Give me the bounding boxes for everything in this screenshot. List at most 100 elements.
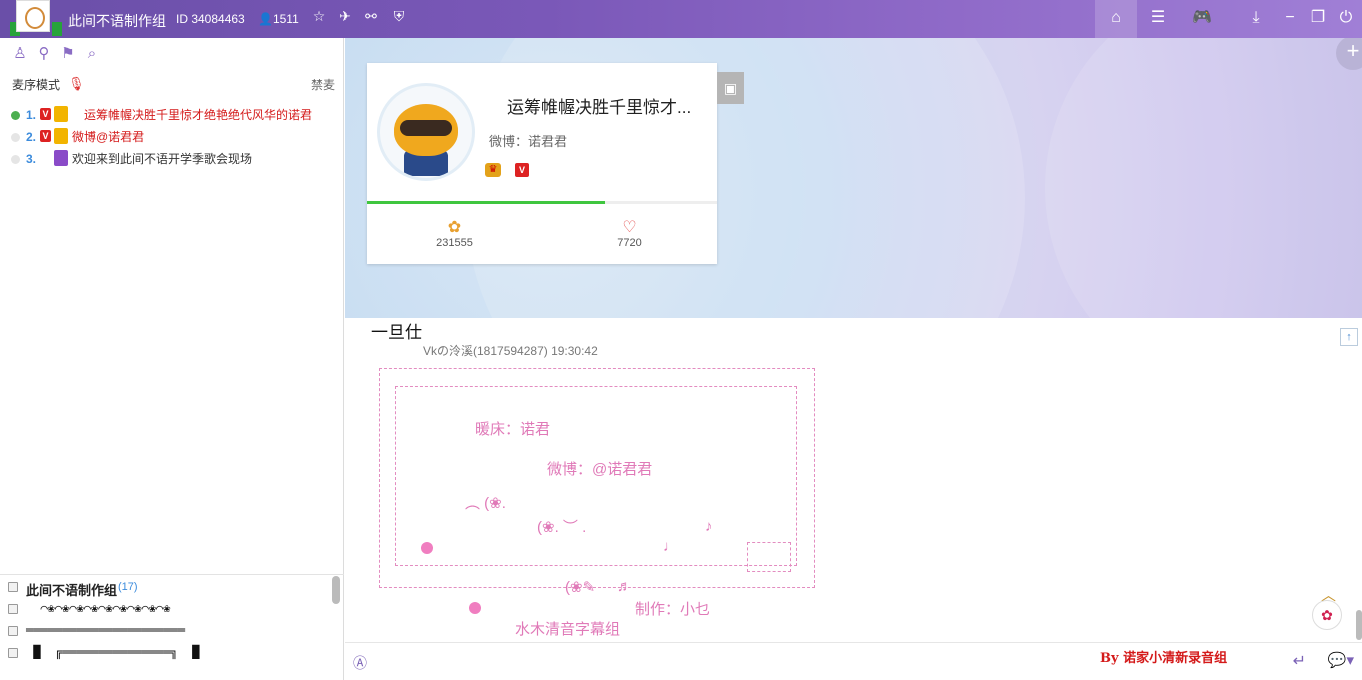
art-text: 微博：@诺君君 [547, 461, 653, 478]
music-note-icon: ♬ [617, 578, 632, 595]
queue-item[interactable]: 1. V 运筹帷幄决胜千里惊才绝艳绝代风华的诺君 [8, 106, 338, 128]
music-note-icon: ♪ [705, 518, 713, 535]
left-scrollbar[interactable] [332, 576, 340, 604]
user-count: 👤1511 [258, 12, 299, 26]
shield-icon[interactable]: ⛨ [390, 7, 408, 25]
art-text: 暖床：诺君 [475, 421, 551, 438]
favorite-star-icon[interactable]: ☆ [310, 7, 328, 25]
anchor-name: 运筹帷幄决胜千里惊才... [507, 98, 692, 117]
status-dot [11, 111, 20, 120]
home-small-icon[interactable] [8, 582, 18, 592]
logo-leaf-right [52, 22, 62, 36]
status-dot [11, 155, 20, 164]
avatar[interactable] [377, 83, 475, 181]
chat-title: 一旦仕 [371, 323, 422, 342]
art-flower-icon: (❀. ︶ . [537, 519, 587, 536]
chat-input[interactable] [385, 649, 1085, 675]
flower-icon: ✿ [447, 219, 462, 236]
queue-text: 运筹帷幄决胜千里惊才绝艳绝代风华的诺君 [84, 108, 313, 122]
art-grid [747, 542, 791, 572]
send-flower-button[interactable]: ✿ [1312, 600, 1342, 630]
queue-number: 2. [26, 130, 37, 144]
crown-badge-icon: ♛ [485, 163, 501, 177]
art-dot [469, 602, 481, 614]
message-sender[interactable]: Vkの泠溪(1817594287) 19:30:42 [423, 342, 598, 359]
art-text: 制作：小乜 [635, 601, 711, 618]
queue-item[interactable]: 3. 欢迎来到此间不语开学季歌会现场 [8, 150, 338, 172]
photo-icon[interactable]: ▣ [717, 72, 744, 104]
lock-icon [8, 626, 18, 636]
search-icon[interactable]: ⌕ [82, 45, 102, 63]
queue-item[interactable]: 2. V 微博@诺君君 [8, 128, 338, 150]
flag-icon[interactable]: ⚑ [58, 44, 78, 62]
subchannel-line[interactable]: █ ╔═══════════════╗ █ [26, 645, 199, 659]
input-bar: Ⓐ By 诺家小清新录音组 ↵ 💬▾ [345, 642, 1362, 680]
left-toolbar: ♙ ⚲ ⚑ ⌕ [10, 44, 106, 63]
scroll-top-icon[interactable]: ↑ [1340, 328, 1358, 346]
lock-icon [8, 648, 18, 658]
mic-mode-label[interactable]: 麦序模式 [12, 76, 60, 93]
font-style-icon[interactable]: Ⓐ [353, 653, 373, 673]
gift-icon [54, 128, 68, 144]
share-icon[interactable]: ⚯ [362, 7, 380, 25]
restore-icon[interactable]: ❐ [1304, 4, 1332, 32]
chat-mode-icon[interactable]: 💬▾ [1328, 651, 1354, 669]
channel-group: 此间不语制作组 (17) ⌒❀⌒❀⌒❀⌒❀⌒❀⌒❀⌒❀⌒❀⌒❀ ════════… [0, 574, 344, 680]
group-name[interactable]: 此间不语制作组 [26, 580, 117, 599]
gift-icon [54, 150, 68, 166]
flower-stat[interactable]: ✿ 231555 [367, 217, 542, 249]
chat-area: 一旦仕 Vkの泠溪(1817594287) 19:30:42 暖床：诺君 微博：… [345, 318, 1362, 642]
like-count: 7720 [617, 237, 642, 249]
art-flower-icon: (❀✎ [565, 579, 596, 596]
flower-count: 231555 [436, 237, 473, 249]
gamepad-icon[interactable]: 🎮 [1188, 4, 1216, 32]
progress-bar [367, 201, 717, 204]
vip-badge-icon: V [40, 130, 51, 142]
signature-text: By 诺家小清新录音组 [1100, 651, 1228, 666]
ascii-art-message: 暖床：诺君 微博：@诺君君 ︵ (❀. (❀. ︶ . (❀✎ ♬ ♪ ♩ 制作… [377, 366, 819, 640]
power-icon[interactable]: ⏻ [1332, 4, 1360, 32]
music-note-icon: ♩ [663, 538, 678, 555]
queue-text: 欢迎来到此间不语开学季歌会现场 [72, 152, 253, 166]
channel-name: 此间不语制作组 [68, 13, 166, 29]
subchannel-line[interactable]: ⌒❀⌒❀⌒❀⌒❀⌒❀⌒❀⌒❀⌒❀⌒❀ [26, 601, 170, 615]
plane-icon[interactable]: ✈ [336, 7, 354, 25]
ban-mic-button[interactable]: 禁麦 [311, 76, 335, 93]
top-bar: 此间不语制作组 ID 34084463 👤1511 ☆ ✈ ⚯ ⛨ ⌂ ☰ 🎮 … [0, 0, 1362, 38]
mic-icon[interactable]: 🎙 [68, 76, 85, 92]
decor-circle [1045, 38, 1362, 318]
user-count-value: 1511 [272, 12, 299, 26]
room-id: ID 34084463 [176, 12, 245, 26]
download-icon[interactable]: ⤓ [1242, 4, 1270, 32]
logo-box [16, 0, 50, 32]
group-count: (17) [118, 581, 138, 593]
art-text: 水木清音字幕组 [515, 621, 621, 638]
gift-icon [54, 106, 68, 122]
channel-logo[interactable] [8, 0, 62, 36]
chat-scrollbar[interactable] [1356, 610, 1362, 640]
heart-icon: ♡ [622, 219, 637, 236]
left-panel: ♙ ⚲ ⚑ ⌕ 麦序模式 🎙 禁麦 1. V 运筹帷幄决胜千里惊才绝艳绝代风华的诺君 … [0, 38, 344, 680]
user-count-icon: 👤 [258, 12, 273, 26]
art-flower-icon: ︵ (❀. [465, 495, 506, 512]
home-tab[interactable]: ⌂ [1095, 0, 1137, 38]
vip-badge-icon: V [40, 108, 51, 120]
art-dot [421, 542, 433, 554]
avatar-mask [400, 120, 452, 136]
queue-number: 3. [26, 152, 37, 166]
minimize-icon[interactable]: − [1276, 4, 1304, 32]
queue-number: 1. [26, 108, 37, 122]
lock-icon [8, 604, 18, 614]
like-stat[interactable]: ♡ 7720 [542, 217, 717, 249]
home-icon: ⌂ [1111, 9, 1121, 26]
list-icon[interactable]: ☰ [1144, 4, 1172, 32]
mic-queue: 1. V 运筹帷幄决胜千里惊才绝艳绝代风华的诺君 2. V 微博@诺君君 3. … [8, 106, 338, 172]
subchannel-line[interactable]: ══════════════════════ [26, 623, 185, 637]
user-icon[interactable]: ♙ [10, 44, 30, 62]
progress-fill [367, 201, 605, 204]
send-icon[interactable]: ↵ [1293, 651, 1306, 671]
status-dot [11, 133, 20, 142]
anchor-card: 运筹帷幄决胜千里惊才... 微博：诺君君 ♛ V ✿ 231555 ♡ 7720 [367, 63, 717, 264]
location-icon[interactable]: ⚲ [34, 44, 54, 62]
queue-text: 微博@诺君君 [72, 130, 145, 144]
